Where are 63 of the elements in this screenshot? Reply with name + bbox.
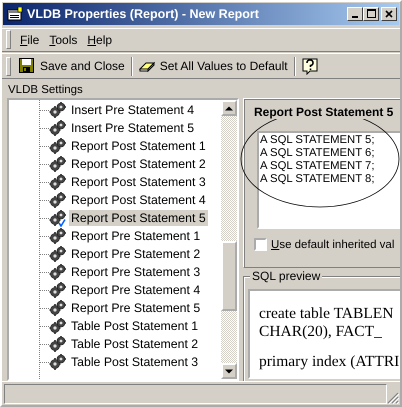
tree-item[interactable]: Report Pre Statement 2 xyxy=(69,246,202,262)
gears-icon xyxy=(49,228,67,244)
down-arrow-icon xyxy=(225,368,233,374)
group-label: SQL preview xyxy=(250,269,322,284)
menu-item[interactable]: Tools xyxy=(44,32,82,47)
minimize-button[interactable] xyxy=(347,6,363,21)
gears-icon xyxy=(49,156,67,172)
gears-icon xyxy=(49,120,67,136)
gears-icon xyxy=(49,174,67,190)
toolbar-grip xyxy=(6,56,11,76)
gears-icon xyxy=(49,336,67,352)
tree-item[interactable]: Report Post Statement 5 xyxy=(69,210,208,226)
scroll-thumb[interactable] xyxy=(221,241,237,312)
help-icon xyxy=(302,58,318,75)
gears-icon xyxy=(49,282,67,298)
tree-item[interactable]: Insert Pre Statement 5 xyxy=(69,120,196,136)
tree-item[interactable]: Report Pre Statement 4 xyxy=(69,282,202,298)
tree-item[interactable]: Report Pre Statement 3 xyxy=(69,264,202,280)
statement-field[interactable]: A SQL STATEMENT 5; A SQL STATEMENT 6; A SQL STATEMENT 7; A SQL STATEMENT 8; xyxy=(257,131,400,230)
up-arrow-icon xyxy=(225,106,233,111)
minimize-icon xyxy=(352,16,358,18)
tree-item[interactable]: Insert Pre Statement 4 xyxy=(69,102,196,118)
window-title: VLDB Properties (Report) - New Report xyxy=(27,6,260,21)
tree-item[interactable]: Report Pre Statement 5 xyxy=(69,300,202,316)
tree-item[interactable]: Table Post Statement 3 xyxy=(69,354,200,370)
sql-text: CHAR(20), FACT_ xyxy=(259,323,383,342)
tree-item[interactable]: Report Post Statement 4 xyxy=(69,192,208,208)
gears-icon xyxy=(49,192,67,208)
gears-icon xyxy=(49,300,67,316)
checkbox[interactable] xyxy=(254,238,267,252)
tree-item[interactable]: Report Post Statement 3 xyxy=(69,174,208,190)
toolbar-grip xyxy=(6,30,11,50)
toolbar-button[interactable]: Set All Values to Default xyxy=(134,58,292,75)
toolbar-button[interactable]: Save and Close xyxy=(15,58,129,75)
resize-grip-icon xyxy=(387,392,399,404)
close-icon xyxy=(385,10,393,18)
maximize-icon xyxy=(366,9,376,18)
tree-item[interactable]: Table Post Statement 1 xyxy=(69,318,200,334)
close-button[interactable] xyxy=(381,6,397,21)
gears-icon xyxy=(49,354,67,370)
scrollbar[interactable] xyxy=(221,100,237,380)
section-label: VLDB Settings xyxy=(7,83,84,98)
gears-icon xyxy=(49,318,67,334)
tree-item[interactable]: Report Post Statement 2 xyxy=(69,156,208,172)
save-icon xyxy=(19,58,35,75)
sql-text: primary index (ATTRI xyxy=(259,353,400,372)
gears-icon xyxy=(49,264,67,280)
gears-icon xyxy=(49,138,67,154)
menu-item[interactable]: File xyxy=(15,32,44,47)
setting-title: Report Post Statement 5 xyxy=(254,105,394,120)
menu-item[interactable]: Help xyxy=(82,32,118,47)
gears-icon xyxy=(49,246,67,262)
tree-item[interactable]: Report Pre Statement 1 xyxy=(69,228,202,244)
tree-item[interactable]: Table Post Statement 2 xyxy=(69,336,200,352)
gears-icon xyxy=(49,210,67,226)
scroll-up-button[interactable] xyxy=(221,100,237,116)
maximize-button[interactable] xyxy=(363,6,379,21)
gears-icon xyxy=(49,102,67,118)
scroll-down-button[interactable] xyxy=(221,363,237,380)
sql-text: create table TABLEN xyxy=(259,305,394,324)
tree-item[interactable]: Report Post Statement 1 xyxy=(69,138,208,154)
checkbox-label[interactable]: Use default inherited val xyxy=(271,238,394,251)
window-icon xyxy=(7,6,23,21)
